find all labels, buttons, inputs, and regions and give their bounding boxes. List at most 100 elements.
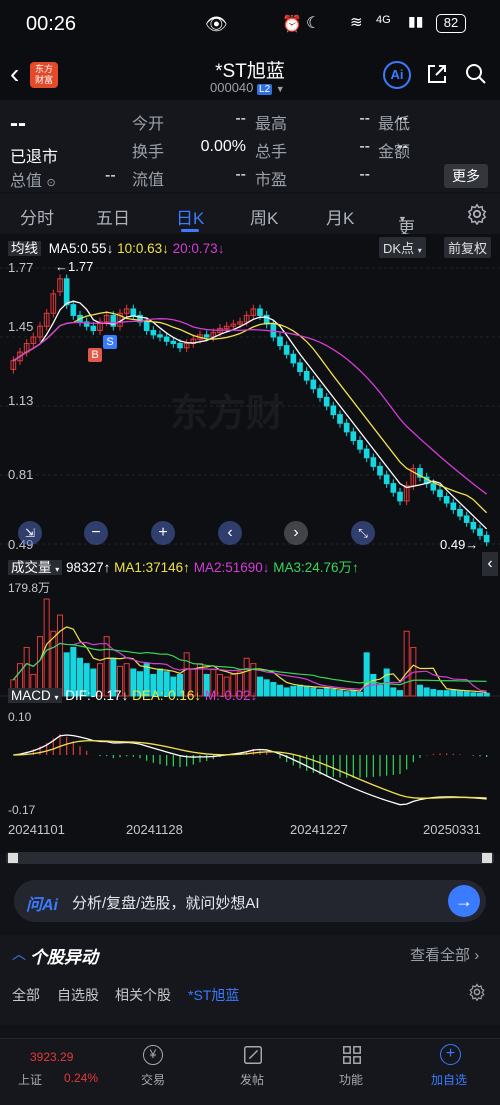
volume-bar — [390, 687, 397, 697]
candle — [157, 334, 163, 338]
pan-left-icon[interactable]: ‹ — [218, 521, 242, 545]
view-all-link[interactable]: 查看全部 › — [410, 944, 479, 965]
edit-icon — [244, 1046, 262, 1064]
volume-bar — [483, 692, 490, 697]
volume-bar — [290, 685, 297, 697]
volume-bar — [50, 630, 57, 697]
macd-top-label: 0.10 — [8, 710, 32, 724]
scroll-handle-right[interactable] — [482, 853, 492, 863]
watermark-logo: 东方财 — [170, 393, 285, 435]
stock-header: ‹ 东方 财富 *ST旭蓝 000040 L2 ▼ Ai — [0, 50, 500, 100]
arrow-right-icon[interactable]: → — [448, 885, 480, 917]
quote-value: 0.00% — [200, 138, 246, 155]
zoom-out-icon[interactable]: − — [84, 521, 108, 545]
tab-monthly-k[interactable]: 月K — [326, 204, 354, 229]
signal-icon: ▮▮ — [408, 13, 424, 29]
battery-icon: 82 — [436, 14, 466, 33]
filter-this-stock[interactable]: *ST旭蓝 — [188, 985, 239, 1005]
volume-bar — [423, 687, 430, 697]
candle — [390, 483, 397, 493]
macd-m: M:-0.02 — [204, 688, 251, 703]
chart-area[interactable]: 均线 MA5:0.55↓ 10:0.63↓ 20:0.73↓ DK点 ▾ 前复权… — [0, 234, 500, 854]
index-name: 上证 — [18, 1073, 43, 1087]
volume-top-label: 179.8万 — [8, 581, 51, 595]
info-icon: ⊙ — [46, 177, 56, 189]
volume-bar — [330, 689, 337, 697]
search-icon[interactable] — [464, 62, 488, 86]
timeline-scrollbar[interactable] — [6, 852, 494, 864]
sell-marker: S — [103, 335, 117, 349]
candle — [330, 405, 337, 416]
candle — [437, 489, 443, 498]
filter-related[interactable]: 相关个股 — [115, 985, 171, 1005]
collapse-left-icon[interactable]: ⇲ — [18, 521, 42, 545]
bottom-nav: 3923.29 上证 0.24% ¥ 交易 发帖 功能 + 加自选 — [0, 1038, 500, 1105]
tab-five-day[interactable]: 五日 — [96, 204, 130, 229]
volume-bar — [363, 652, 370, 697]
candle — [450, 502, 457, 510]
caret-down-icon: ▼ — [398, 214, 407, 224]
tab-weekly-k[interactable]: 周K — [250, 204, 278, 229]
candle — [363, 448, 370, 459]
quote-key: 最高 — [255, 116, 288, 133]
volume-ma1: MA1:37146 — [114, 560, 184, 575]
y-label-2: 1.13 — [8, 393, 34, 408]
y-label-3: 0.81 — [8, 467, 34, 482]
index-value: 3923.29 — [30, 1050, 74, 1064]
candle — [370, 457, 377, 467]
index-ticker[interactable]: 3923.29 上证 0.24% — [8, 1039, 103, 1105]
volume-bar — [283, 687, 290, 697]
volume-bar — [416, 684, 424, 697]
macd-m-arrow: ↓ — [250, 688, 258, 703]
macd-dif-arrow: ↓ — [121, 688, 129, 703]
settings-icon[interactable] — [466, 203, 488, 225]
filter-all[interactable]: 全部 — [12, 985, 40, 1005]
quote-key: 流值 — [132, 172, 165, 189]
macd-selector[interactable]: MACD ▾ — [8, 688, 62, 703]
volume-selector[interactable]: 成交量 ▾ — [8, 560, 63, 575]
pan-right-icon[interactable]: › — [284, 521, 308, 545]
ai-search-bar[interactable]: 问Ai 分析/复盘/选股，就问妙想AI → — [14, 880, 486, 922]
candle — [297, 362, 303, 372]
stock-code-row[interactable]: 000040 L2 ▼ — [210, 80, 285, 95]
max-marker: ←1.77 — [55, 259, 94, 274]
chevron-up-icon[interactable]: ︿ — [12, 944, 26, 964]
filter-settings-icon[interactable] — [468, 983, 486, 1001]
candle — [383, 474, 390, 485]
macd-bottom-label: -0.17 — [8, 803, 36, 817]
add-circle-icon: + — [440, 1044, 461, 1065]
buy-marker: B — [88, 348, 102, 362]
y-label-1: 1.45 — [8, 319, 34, 334]
filter-watchlist[interactable]: 自选股 — [57, 985, 99, 1005]
more-button[interactable]: 更多 — [444, 164, 488, 188]
volume-bar — [430, 689, 437, 697]
nav-post[interactable]: 发帖 — [222, 1039, 282, 1105]
quote-key: 总手 — [255, 144, 288, 161]
volume-bar — [403, 630, 410, 697]
volume-bar — [256, 676, 264, 697]
volume-bar — [270, 682, 277, 697]
nav-functions[interactable]: 功能 — [321, 1039, 381, 1105]
collapse-arrow-icon[interactable]: ‹ — [482, 552, 498, 576]
candle — [163, 336, 170, 342]
candle — [150, 330, 157, 336]
candle — [303, 371, 310, 381]
movements-title: 个股异动 — [30, 948, 98, 967]
nav-add-watchlist[interactable]: + 加自选 — [420, 1039, 480, 1105]
chevron-right-icon: › — [474, 947, 480, 964]
trade-icon: ¥ — [143, 1045, 163, 1065]
volume-caret-icon: ▾ — [55, 565, 60, 574]
y-label-high: 1.77 — [8, 260, 34, 275]
zoom-in-icon[interactable]: + — [151, 521, 175, 545]
tab-daily-k[interactable]: 日K — [176, 204, 204, 229]
share-icon[interactable] — [425, 62, 449, 86]
volume-bar — [356, 691, 364, 697]
tab-intraday[interactable]: 分时 — [20, 204, 54, 229]
candle — [90, 325, 97, 332]
volume-bar — [303, 685, 310, 697]
fullscreen-icon[interactable]: ⤡ — [351, 521, 375, 545]
volume-bar — [56, 614, 64, 697]
ai-button[interactable]: Ai — [383, 61, 411, 89]
nav-trade[interactable]: ¥ 交易 — [123, 1039, 183, 1105]
scroll-handle-left[interactable] — [8, 853, 18, 863]
